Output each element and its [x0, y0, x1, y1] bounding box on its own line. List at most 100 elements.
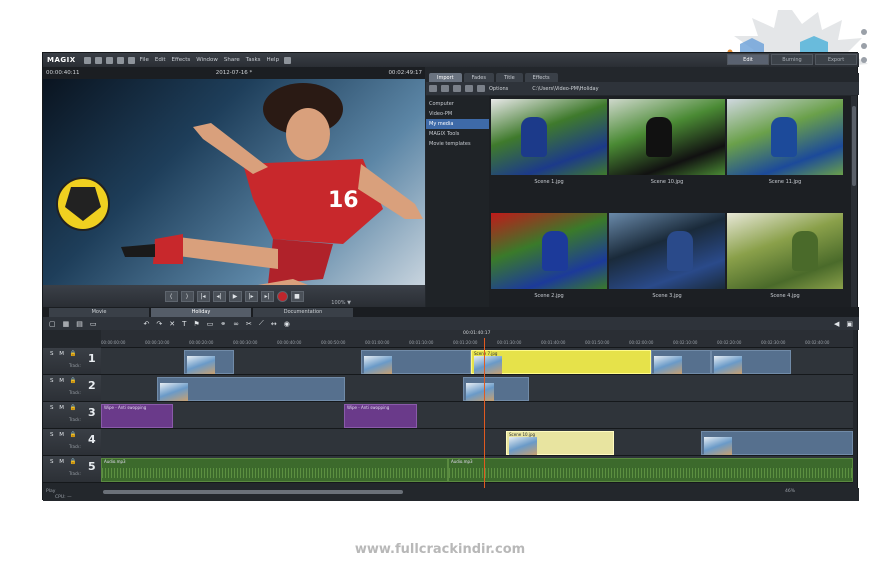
video-clip[interactable]: [711, 350, 791, 374]
fullscreen-icon[interactable]: ▣: [846, 320, 853, 328]
track-header-1[interactable]: S M 🔒 1 Track:: [43, 348, 101, 375]
fade-icon[interactable]: ⟋: [259, 319, 264, 328]
media-thumbnail[interactable]: [491, 213, 607, 289]
cut-icon[interactable]: ✂: [246, 320, 252, 328]
tab-import[interactable]: Import: [429, 73, 462, 82]
tab-movie[interactable]: Movie: [49, 307, 149, 317]
nav-my-media[interactable]: My media: [426, 119, 489, 129]
track-header-3[interactable]: S M 🔒 3 Track:: [43, 402, 101, 429]
stop-button[interactable]: ■: [290, 290, 304, 302]
binoculars-icon[interactable]: [477, 85, 485, 92]
tab-documentation[interactable]: Documentation: [253, 307, 353, 317]
track-controls[interactable]: S M 🔒: [50, 459, 79, 465]
menu-tasks[interactable]: Tasks: [243, 57, 264, 63]
video-clip[interactable]: [361, 350, 471, 374]
nav-magix-tools[interactable]: MAGIX Tools: [426, 129, 489, 139]
media-thumbnail[interactable]: [727, 213, 843, 289]
timeline-ruler[interactable]: 00:01:40:17 00:00:00:00 00:00:10:00 00:00:…: [101, 330, 853, 348]
multitrack-view-icon[interactable]: ▭: [90, 320, 97, 328]
eye-icon[interactable]: ◉: [284, 320, 290, 328]
preview-monitor[interactable]: 16: [43, 79, 425, 285]
video-clip[interactable]: [651, 350, 711, 374]
menu-file[interactable]: File: [137, 57, 152, 63]
marker-icon[interactable]: ⚑: [193, 320, 199, 328]
transition-clip[interactable]: Wipe - Anti swopping: [344, 404, 417, 428]
track-controls[interactable]: S M 🔒: [50, 432, 79, 438]
up-folder-icon[interactable]: [453, 85, 461, 92]
open-folder-icon[interactable]: [94, 56, 102, 64]
range-icon[interactable]: ↔: [271, 320, 277, 328]
track-header-4[interactable]: S M 🔒 4 Track:: [43, 429, 101, 456]
play-button[interactable]: ▶: [228, 290, 242, 302]
tab-title[interactable]: Title: [495, 73, 523, 82]
menu-edit[interactable]: Edit: [152, 57, 169, 63]
next-marker-button[interactable]: ⟩: [180, 290, 194, 302]
timeline-view-icon[interactable]: ▤: [76, 320, 83, 328]
group-icon[interactable]: ∞: [233, 320, 239, 328]
folder-path[interactable]: C:\Users\Video-PM\Holiday: [532, 86, 598, 92]
mode-export-button[interactable]: Export: [815, 54, 857, 65]
menu-share[interactable]: Share: [221, 57, 243, 63]
go-end-button[interactable]: ▸|: [260, 290, 274, 302]
menu-help[interactable]: Help: [264, 57, 283, 63]
menu-effects[interactable]: Effects: [169, 57, 194, 63]
media-scrollbar[interactable]: [851, 96, 857, 307]
record-button[interactable]: [276, 290, 288, 302]
video-clip[interactable]: [184, 350, 234, 374]
track-lane-3[interactable]: Wipe - Anti swopping Wipe - Anti swopping: [101, 402, 853, 429]
save-icon[interactable]: [105, 56, 113, 64]
track-controls[interactable]: S M 🔒: [50, 351, 79, 357]
track-lane-2[interactable]: [101, 375, 853, 402]
storyboard-view-icon[interactable]: ▢: [49, 320, 56, 328]
video-clip[interactable]: [157, 377, 345, 401]
media-thumbnail[interactable]: [609, 99, 725, 175]
mouse-mode-icon[interactable]: ▭: [207, 320, 214, 328]
options-dropdown[interactable]: Options: [489, 86, 508, 92]
prev-marker-button[interactable]: ⟨: [164, 290, 178, 302]
nav-computer[interactable]: Computer: [426, 99, 489, 109]
title-text-icon[interactable]: T: [182, 320, 186, 328]
go-start-button[interactable]: |◂: [196, 290, 210, 302]
preview-zoom-select[interactable]: 100% ▼: [331, 300, 351, 306]
video-clip[interactable]: Scene 7.jpg: [471, 350, 651, 374]
track-header-5[interactable]: S M 🔒 5 Track:: [43, 456, 101, 483]
mode-edit-button[interactable]: Edit: [727, 54, 769, 65]
media-thumbnail[interactable]: [727, 99, 843, 175]
tab-effects[interactable]: Effects: [524, 73, 558, 82]
track-controls[interactable]: S M 🔒: [50, 378, 79, 384]
nav-movie-templates[interactable]: Movie templates: [426, 139, 489, 149]
video-clip[interactable]: [701, 431, 853, 455]
volume-icon[interactable]: ◀: [834, 320, 839, 328]
media-thumbnail[interactable]: [609, 213, 725, 289]
refresh-icon[interactable]: [465, 85, 473, 92]
forward-icon[interactable]: [441, 85, 449, 92]
settings-icon[interactable]: [116, 56, 124, 64]
playhead-line[interactable]: [484, 338, 485, 488]
mode-burning-button[interactable]: Burning: [771, 54, 813, 65]
media-thumbnail[interactable]: [491, 99, 607, 175]
nav-video-pm[interactable]: Video-PM: [426, 109, 489, 119]
track-lane-4[interactable]: Scene 10.jpg: [101, 429, 853, 456]
video-clip[interactable]: [463, 377, 529, 401]
link-icon[interactable]: ⚭: [220, 320, 226, 328]
help-tool-icon[interactable]: [127, 56, 135, 64]
next-frame-button[interactable]: |▸: [244, 290, 258, 302]
new-file-icon[interactable]: [83, 56, 91, 64]
track-header-2[interactable]: S M 🔒 2 Track:: [43, 375, 101, 402]
menu-window[interactable]: Window: [193, 57, 221, 63]
redo-icon[interactable]: ↷: [156, 320, 162, 328]
media-scrollbar-thumb[interactable]: [852, 106, 856, 186]
back-icon[interactable]: [429, 85, 437, 92]
track-lane-1[interactable]: Scene 7.jpg: [101, 348, 853, 375]
audio-clip[interactable]: Audio.mp3: [101, 458, 448, 482]
transition-clip[interactable]: Wipe - Anti swopping: [101, 404, 173, 428]
track-controls[interactable]: S M 🔒: [50, 405, 79, 411]
track-lane-5[interactable]: Audio.mp3 Audio.mp3: [101, 456, 853, 483]
tab-holiday[interactable]: Holiday: [151, 307, 251, 317]
timeline-hscroll[interactable]: [103, 490, 403, 494]
info-icon[interactable]: [284, 56, 292, 64]
scene-view-icon[interactable]: ▦: [63, 320, 70, 328]
tab-fades[interactable]: Fades: [463, 73, 494, 82]
delete-icon[interactable]: ✕: [169, 320, 175, 328]
video-clip[interactable]: Scene 10.jpg: [506, 431, 614, 455]
